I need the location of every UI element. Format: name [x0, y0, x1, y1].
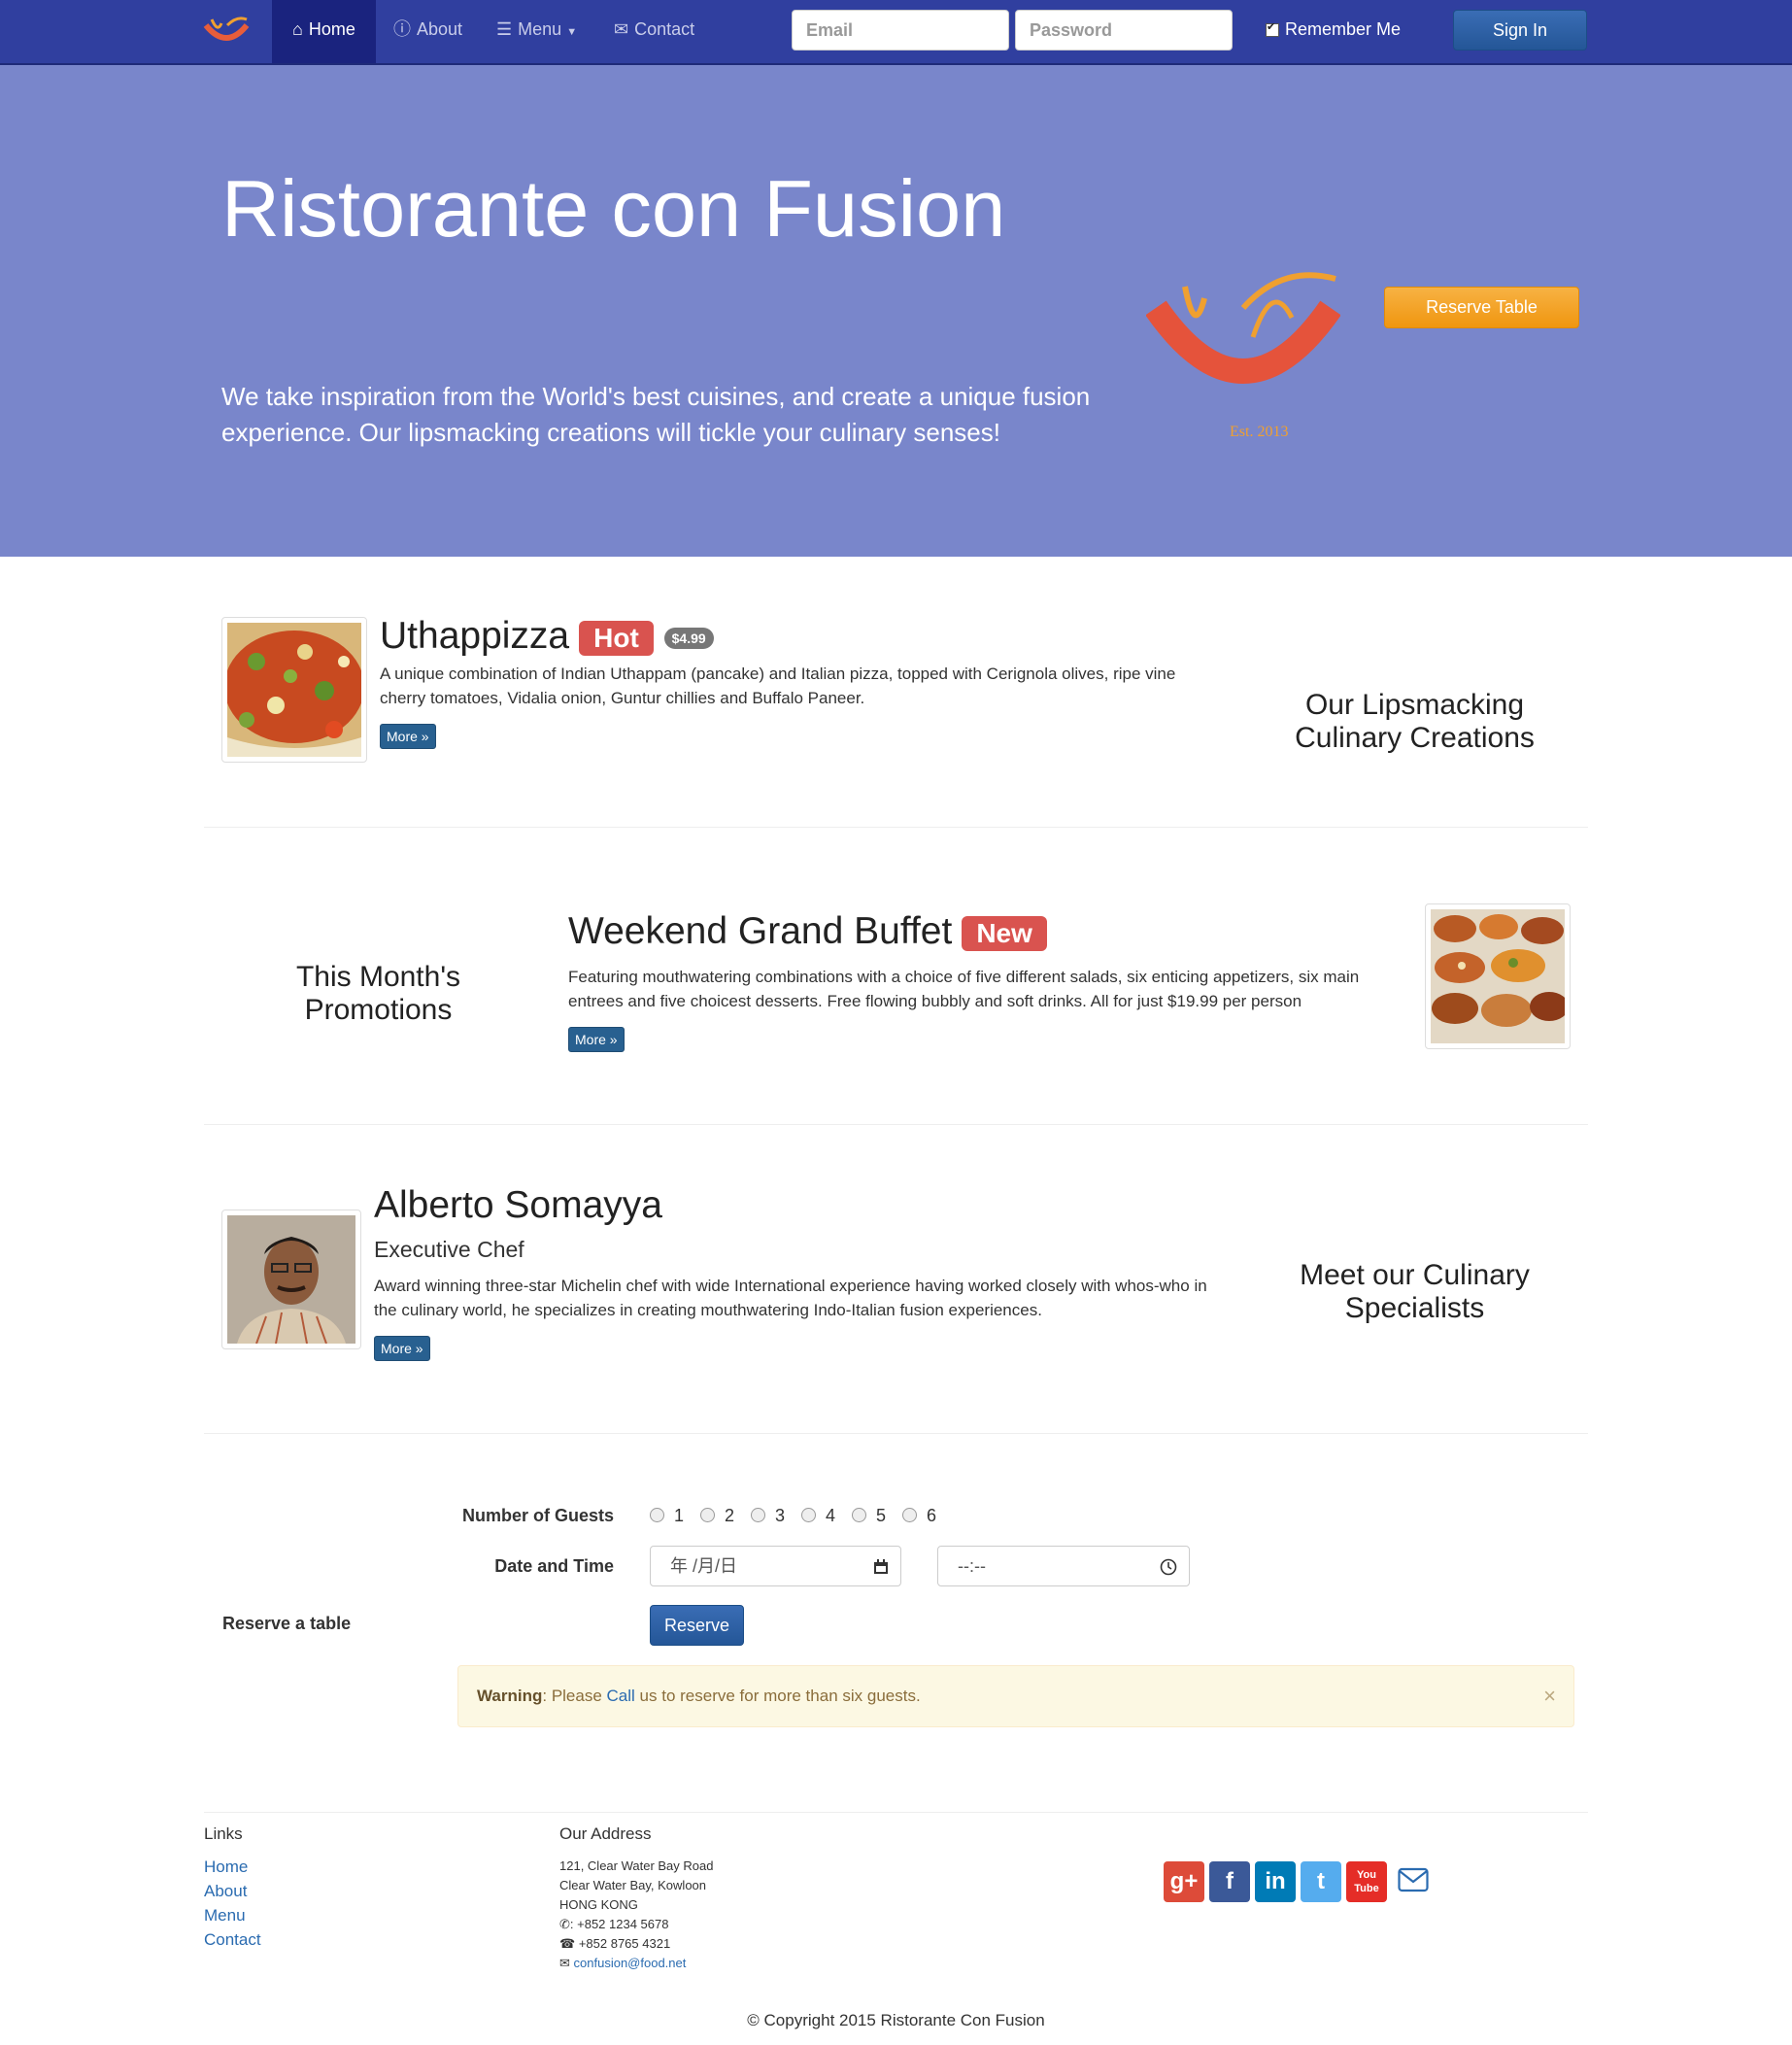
footer-link-home[interactable]: Home	[204, 1858, 248, 1877]
radio-button[interactable]	[700, 1508, 715, 1522]
caret-down-icon: ▼	[566, 26, 578, 38]
youtube-icon[interactable]: You Tube	[1346, 1861, 1387, 1902]
time-input[interactable]: --:--	[937, 1546, 1190, 1586]
navbar: ⌂ Home ⓘ About ☰ Menu ▼ ✉ Contact Email Pass…	[0, 0, 1792, 65]
address-line: HONG KONG	[559, 1897, 638, 1912]
clock-icon[interactable]	[1160, 1547, 1177, 1585]
guest-option-5[interactable]: 5	[852, 1506, 886, 1526]
hero-title: Ristorante con Fusion	[221, 163, 1006, 254]
promotion-title: Weekend Grand Buffet New	[568, 910, 1047, 953]
fax-line: ☎ +852 8765 4321	[559, 1936, 671, 1951]
promotion-more-button[interactable]: More »	[568, 1027, 625, 1052]
footer-address-heading: Our Address	[559, 1824, 652, 1843]
twitter-icon[interactable]: t	[1301, 1861, 1341, 1902]
promotion-description: Featuring mouthwatering combinations wit…	[568, 968, 1360, 1010]
chef-role: Executive Chef	[374, 1237, 524, 1262]
guest-option-2[interactable]: 2	[700, 1506, 734, 1526]
footer-link-menu[interactable]: Menu	[204, 1906, 246, 1926]
address-line: Clear Water Bay, Kowloon	[559, 1878, 707, 1892]
chef-name: Alberto Somayya	[374, 1184, 662, 1226]
promotion-side-heading: This Month's Promotions	[295, 961, 461, 1026]
password-input[interactable]: Password	[1015, 10, 1233, 51]
chef-more-button[interactable]: More »	[374, 1336, 430, 1361]
logo-est-text: Est. 2013	[1230, 424, 1288, 440]
divider	[204, 1124, 1588, 1125]
radio-button[interactable]	[751, 1508, 765, 1522]
copyright: © Copyright 2015 Ristorante Con Fusion	[747, 2011, 1045, 2029]
footer-link-about[interactable]: About	[204, 1882, 247, 1901]
radio-button[interactable]	[902, 1508, 917, 1522]
warning-alert: Warning: Please Call us to reserve for m…	[457, 1665, 1574, 1727]
radio-button[interactable]	[650, 1508, 664, 1522]
google-plus-icon[interactable]: g+	[1164, 1861, 1204, 1902]
facebook-icon[interactable]: f	[1209, 1861, 1250, 1902]
promotion-thumbnail	[1425, 903, 1571, 1049]
email-line: ✉ confusion@food.net	[559, 1956, 686, 1971]
buffet-image	[1431, 909, 1565, 1043]
date-input[interactable]: 年 /月/日	[650, 1546, 901, 1586]
nav-menu[interactable]: ☰ Menu ▼	[496, 0, 577, 63]
info-icon: ⓘ	[393, 19, 411, 39]
close-icon[interactable]: ×	[1543, 1666, 1556, 1726]
guest-option-4[interactable]: 4	[801, 1506, 835, 1526]
guest-option-1[interactable]: 1	[650, 1506, 684, 1526]
dish-title: Uthappizza Hot $4.99	[380, 615, 714, 658]
home-icon: ⌂	[292, 19, 303, 39]
dish-description: A unique combination of Indian Uthappam …	[380, 665, 1176, 707]
chef-photo	[227, 1215, 355, 1344]
chef-side-heading: Meet our Culinary Specialists	[1300, 1259, 1530, 1324]
envelope-icon: ✉	[614, 19, 629, 39]
email-input[interactable]: Email	[792, 10, 1009, 51]
phone-line: ✆: +852 1234 5678	[559, 1917, 669, 1931]
hero-jumbotron: Ristorante con Fusion We take inspiratio…	[0, 65, 1792, 557]
fax-icon: ☎	[559, 1936, 576, 1951]
dish-thumbnail	[221, 617, 367, 763]
datetime-label: Date and Time	[494, 1556, 614, 1576]
radio-button[interactable]	[801, 1508, 816, 1522]
nav-contact[interactable]: ✉ Contact	[614, 0, 694, 63]
remember-me[interactable]: Remember Me	[1266, 19, 1401, 40]
restaurant-logo-small[interactable]	[198, 12, 254, 54]
guest-option-3[interactable]: 3	[751, 1506, 785, 1526]
nav-home[interactable]: ⌂ Home	[272, 0, 376, 63]
remember-checkbox[interactable]	[1266, 20, 1279, 38]
guests-label: Number of Guests	[461, 1506, 614, 1525]
price-badge: $4.99	[663, 627, 714, 649]
phone-icon: ✆	[559, 1917, 570, 1931]
chef-description: Award winning three-star Michelin chef w…	[374, 1277, 1207, 1319]
mail-icon[interactable]	[1398, 1867, 1429, 1897]
call-link[interactable]: Call	[607, 1687, 635, 1705]
reserve-button[interactable]: Reserve	[650, 1605, 744, 1646]
reserve-a-table-label: Reserve a table	[222, 1614, 352, 1633]
chef-thumbnail	[221, 1210, 361, 1349]
nav-about[interactable]: ⓘ About	[393, 0, 462, 63]
footer-email-link[interactable]: confusion@food.net	[574, 1956, 687, 1970]
restaurant-logo: Est. 2013	[1146, 272, 1340, 440]
list-icon: ☰	[496, 19, 513, 39]
dish-side-heading: Our Lipsmacking Culinary Creations	[1295, 689, 1535, 754]
address-line: 121, Clear Water Bay Road	[559, 1858, 714, 1873]
linkedin-icon[interactable]: in	[1255, 1861, 1296, 1902]
divider	[204, 1433, 1588, 1434]
divider	[204, 827, 1588, 828]
hero-description: We take inspiration from the World's bes…	[221, 382, 1091, 447]
radio-button[interactable]	[852, 1508, 866, 1522]
new-label: New	[962, 915, 1047, 951]
reserve-table-button[interactable]: Reserve Table	[1384, 287, 1579, 328]
guest-option-6[interactable]: 6	[902, 1506, 936, 1526]
envelope-icon: ✉	[559, 1956, 570, 1970]
footer-links-heading: Links	[204, 1824, 243, 1843]
divider	[204, 1812, 1588, 1813]
dish-more-button[interactable]: More »	[380, 724, 436, 749]
calendar-icon[interactable]	[873, 1547, 889, 1585]
footer-link-contact[interactable]: Contact	[204, 1930, 261, 1950]
sign-in-button[interactable]: Sign In	[1453, 10, 1587, 51]
pizza-image	[227, 623, 361, 757]
hot-label: Hot	[579, 620, 654, 656]
